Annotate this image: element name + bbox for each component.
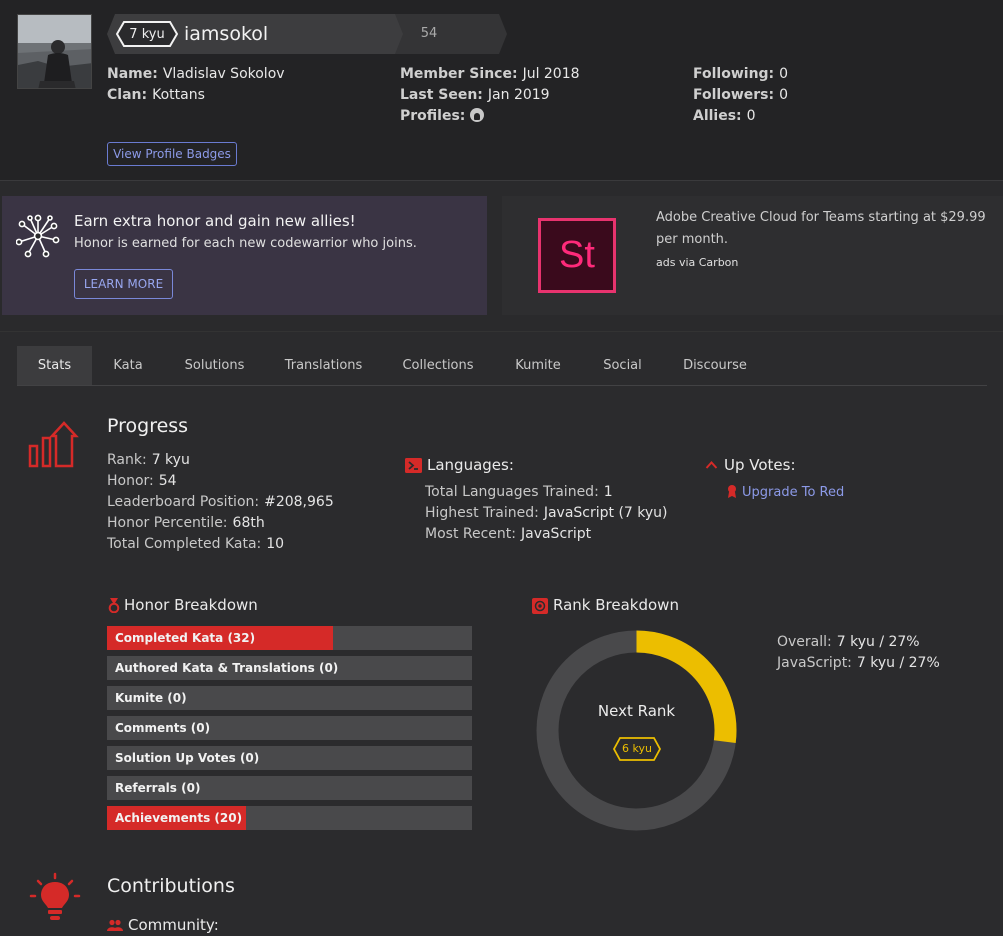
member-since: Member Since: Jul 2018 xyxy=(400,66,580,82)
rank-overall: Overall: 7 kyu / 27% xyxy=(777,634,920,650)
stat-leaderboard: Leaderboard Position: #208,965 xyxy=(107,494,334,510)
adobe-stock-logo[interactable]: St xyxy=(538,218,616,293)
profile-col-3: Following: 0 Followers: 0 Allies: 0 xyxy=(693,64,788,127)
rank-stats: Overall: 7 kyu / 27% JavaScript: 7 kyu / 2… xyxy=(777,632,940,674)
languages-stats: Total Languages Trained: 1 Highest Traine… xyxy=(425,482,668,545)
target-icon xyxy=(532,598,548,614)
learn-more-button[interactable]: LEARN MORE xyxy=(74,269,173,299)
stat-completed-kata: Total Completed Kata: 10 xyxy=(107,536,285,552)
community-label: Community: xyxy=(128,916,219,934)
view-profile-badges-button[interactable]: View Profile Badges xyxy=(107,142,237,166)
tab-kata[interactable]: Kata xyxy=(99,346,157,385)
profile-col-1: Name: Vladislav Sokolov Clan: Kottans xyxy=(107,64,285,106)
contributions-title: Contributions xyxy=(107,875,235,897)
honor-breakdown-title: Honor Breakdown xyxy=(124,596,258,614)
progress-chart-icon xyxy=(28,421,79,468)
honor-bar-authored: Authored Kata & Translations (0) xyxy=(107,656,472,680)
honor-bar-comments: Comments (0) xyxy=(107,716,472,740)
following[interactable]: Following: 0 xyxy=(693,64,788,85)
honor-bar-kumite: Kumite (0) xyxy=(107,686,472,710)
rank-donut-progress xyxy=(636,630,737,744)
progress-title: Progress xyxy=(107,415,189,437)
stat-most-recent: Most Recent: JavaScript xyxy=(425,526,592,542)
stat-rank: Rank: 7 kyu xyxy=(107,452,190,468)
profile-col-2: Member Since: Jul 2018 Last Seen: Jan 2019… xyxy=(400,64,580,127)
tab-solutions[interactable]: Solutions xyxy=(177,346,252,385)
profiles: Profiles: xyxy=(400,106,580,127)
lightbulb-icon xyxy=(29,872,81,920)
stat-honor: Honor: 54 xyxy=(107,473,177,489)
stat-percentile: Honor Percentile: 68th xyxy=(107,515,265,531)
profile-tabs: Stats Kata Solutions Translations Collec… xyxy=(17,346,987,386)
promo-subtitle: Honor is earned for each new codewarrior… xyxy=(74,236,417,251)
network-icon xyxy=(16,214,60,258)
honor-bar-upvotes: Solution Up Votes (0) xyxy=(107,746,472,770)
rank-badge: 7 kyu xyxy=(129,26,165,42)
github-icon[interactable] xyxy=(470,108,485,122)
progress-stats: Rank: 7 kyu Honor: 54 Leaderboard Position… xyxy=(107,450,334,555)
tab-collections[interactable]: Collections xyxy=(395,346,481,385)
stat-total-languages: Total Languages Trained: 1 xyxy=(425,484,613,500)
upvotes-title: Up Votes: xyxy=(724,456,796,474)
ad-via-link[interactable]: ads via Carbon xyxy=(656,256,738,269)
honor-bar-completed-kata: Completed Kata (32) xyxy=(107,626,472,650)
next-rank-badge: 6 kyu xyxy=(622,742,652,755)
tab-kumite[interactable]: Kumite xyxy=(507,346,569,385)
chevron-up-icon xyxy=(705,461,718,469)
next-rank-label: Next Rank xyxy=(597,702,676,720)
rank-javascript: JavaScript: 7 kyu / 27% xyxy=(777,655,940,671)
honor-count: 54 xyxy=(420,26,438,41)
medal-icon xyxy=(728,485,736,498)
last-seen: Last Seen: Jan 2019 xyxy=(400,87,550,103)
honor-medal-icon xyxy=(108,598,120,613)
followers[interactable]: Followers: 0 xyxy=(693,85,788,106)
tab-translations[interactable]: Translations xyxy=(277,346,370,385)
tab-stats[interactable]: Stats xyxy=(17,346,92,385)
terminal-icon xyxy=(405,458,422,473)
ad-text[interactable]: Adobe Creative Cloud for Teams starting … xyxy=(656,207,996,251)
honor-bar-achievements: Achievements (20) xyxy=(107,806,472,830)
rank-donut-chart xyxy=(536,630,737,831)
username: iamsokol xyxy=(184,23,269,45)
tab-discourse[interactable]: Discourse xyxy=(675,346,755,385)
avatar[interactable] xyxy=(17,14,92,89)
honor-bar-referrals: Referrals (0) xyxy=(107,776,472,800)
languages-title: Languages: xyxy=(427,456,514,474)
tab-social[interactable]: Social xyxy=(595,346,650,385)
community-icon xyxy=(107,919,123,931)
profile-clan: Clan: Kottans xyxy=(107,87,205,103)
promo-title: Earn extra honor and gain new allies! xyxy=(74,212,356,230)
stat-highest-trained: Highest Trained: JavaScript (7 kyu) xyxy=(425,505,668,521)
rank-breakdown-title: Rank Breakdown xyxy=(553,596,679,614)
profile-name: Name: Vladislav Sokolov xyxy=(107,66,285,82)
allies[interactable]: Allies: 0 xyxy=(693,106,788,127)
upgrade-to-red-link[interactable]: Upgrade To Red xyxy=(742,482,844,503)
